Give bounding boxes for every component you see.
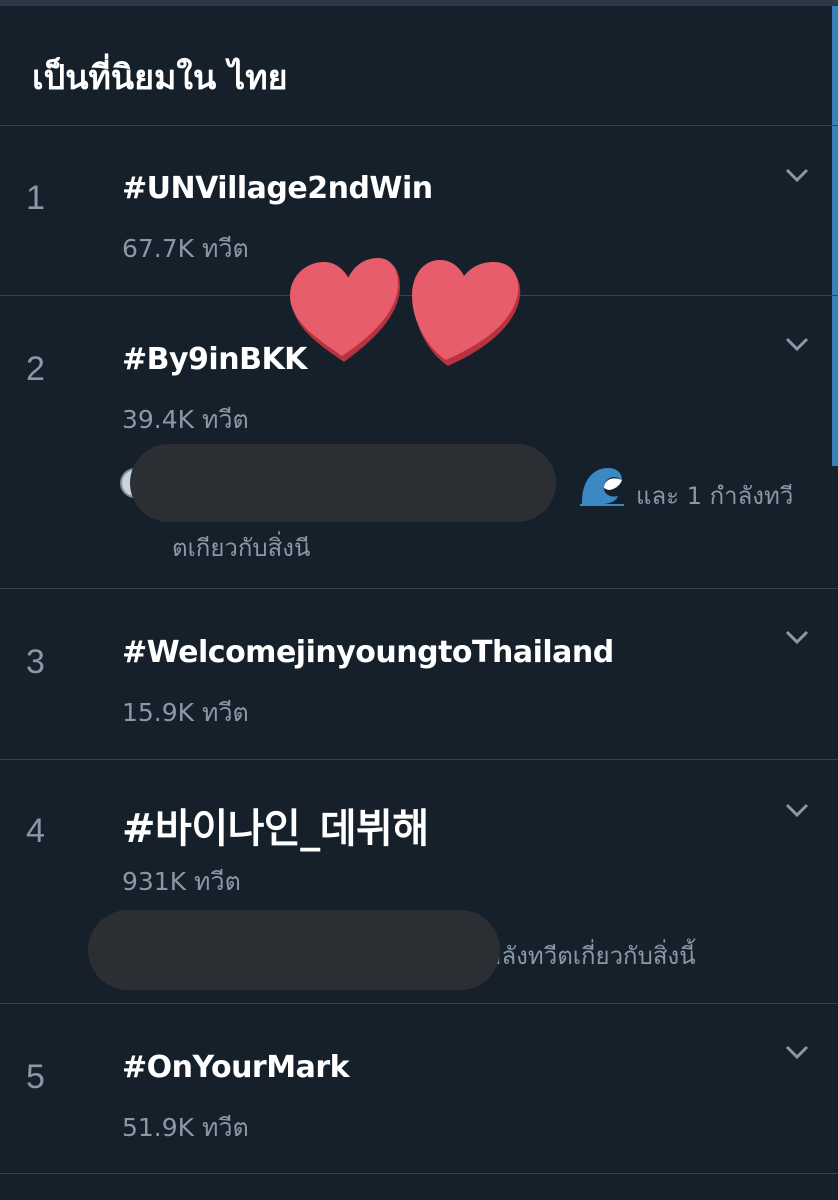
- water-wave-emoji-icon: [580, 468, 624, 506]
- chevron-down-icon[interactable]: [784, 1042, 810, 1062]
- chevron-down-icon[interactable]: [784, 165, 810, 185]
- chevron-down-icon[interactable]: [784, 800, 810, 820]
- trend-rank: 1: [26, 179, 45, 217]
- trend-tweet-count: 39.4K ทวีต: [122, 405, 249, 434]
- trend-hashtag[interactable]: #WelcomejinyoungtoThailand: [122, 635, 614, 670]
- trend-context-line-1: และ 1 กำลังทวี: [636, 482, 794, 510]
- trend-item-3[interactable]: 3 #WelcomejinyoungtoThailand 15.9K ทวีต: [0, 589, 838, 760]
- trends-page: เป็นที่นิยมใน ไทย 1 #UNVillage2ndWin 67.…: [0, 0, 838, 1200]
- trend-tweet-count: 67.7K ทวีต: [122, 234, 249, 263]
- trend-tweet-count: 931K ทวีต: [122, 867, 241, 896]
- trend-rank: 2: [26, 350, 45, 388]
- heart-icon: [412, 260, 521, 366]
- trend-tweet-count: 15.9K ทวีต: [122, 698, 249, 727]
- trend-tweet-count: 51.9K ทวีต: [122, 1113, 249, 1142]
- trends-header: เป็นที่นิยมใน ไทย: [0, 6, 838, 126]
- chevron-down-icon[interactable]: [784, 334, 810, 354]
- trend-hashtag[interactable]: #바이나인_데뷔해: [122, 796, 429, 854]
- trend-hashtag[interactable]: #OnYourMark: [122, 1050, 350, 1085]
- trend-item-4[interactable]: 4 #바이나인_데뷔해 931K ทวีต าลังทวีตเกี่ยวกับส…: [0, 760, 838, 1004]
- trend-rank: 4: [26, 812, 45, 850]
- trend-rank: 5: [26, 1058, 45, 1096]
- trend-rank: 3: [26, 643, 45, 681]
- heart-icon: [290, 258, 400, 362]
- redacted-usernames: [88, 910, 500, 990]
- heart-stickers: [290, 258, 521, 366]
- trend-context-line-1: าลังทวีตเกี่ยวกับสิ่งนี้: [488, 942, 696, 970]
- page-title: เป็นที่นิยมใน ไทย: [32, 58, 288, 98]
- chevron-down-icon[interactable]: [784, 627, 810, 647]
- trend-hashtag[interactable]: #By9inBKK: [122, 342, 307, 377]
- trend-item-5[interactable]: 5 #OnYourMark 51.9K ทวีต: [0, 1004, 838, 1174]
- trend-context-line-2: ตเกียวกับสิ่งนี: [172, 534, 311, 562]
- redacted-usernames: [130, 444, 556, 522]
- trend-hashtag[interactable]: #UNVillage2ndWin: [122, 171, 433, 206]
